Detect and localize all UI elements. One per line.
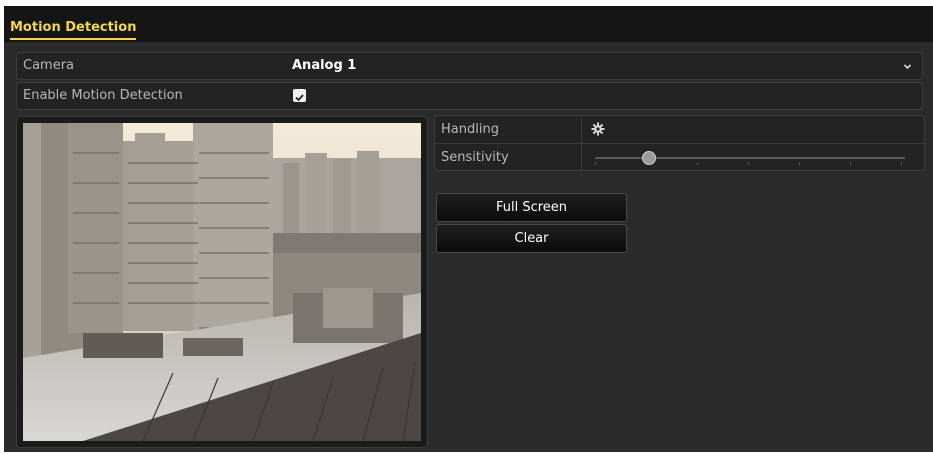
column-divider xyxy=(581,144,582,171)
slider-tick xyxy=(850,162,851,165)
handling-label: Handling xyxy=(441,122,499,137)
camera-preview[interactable] xyxy=(16,116,428,448)
slider-tick xyxy=(595,162,596,165)
slider-tick xyxy=(901,162,902,165)
camera-label: Camera xyxy=(23,58,75,73)
enable-motion-label: Enable Motion Detection xyxy=(23,88,183,103)
camera-select-value[interactable]: Analog 1 xyxy=(292,53,356,79)
full-screen-button[interactable]: Full Screen xyxy=(436,193,627,222)
slider-tick xyxy=(748,162,749,165)
chevron-down-icon[interactable] xyxy=(903,62,912,71)
camera-row[interactable]: Camera Analog 1 xyxy=(16,52,923,80)
sensitivity-row: Sensitivity xyxy=(435,143,924,171)
properties-panel: Handling Sensitivity xyxy=(434,115,925,171)
sensitivity-slider-handle[interactable] xyxy=(641,151,656,165)
motion-detection-window: Motion Detection Camera Analog 1 Enable … xyxy=(4,6,933,452)
slider-tick xyxy=(799,162,800,165)
sensitivity-label: Sensitivity xyxy=(441,150,509,165)
tab-motion-detection[interactable]: Motion Detection xyxy=(10,20,137,40)
checkmark-icon xyxy=(295,94,304,102)
enable-motion-checkbox[interactable] xyxy=(293,89,306,102)
slider-tick xyxy=(697,162,698,165)
gear-icon[interactable] xyxy=(591,122,605,136)
camera-preview-image xyxy=(23,123,421,441)
handling-row: Handling xyxy=(435,116,924,143)
title-bar: Motion Detection xyxy=(4,6,933,42)
clear-button[interactable]: Clear xyxy=(436,224,627,253)
enable-motion-row: Enable Motion Detection xyxy=(16,82,923,110)
column-divider xyxy=(581,116,582,143)
